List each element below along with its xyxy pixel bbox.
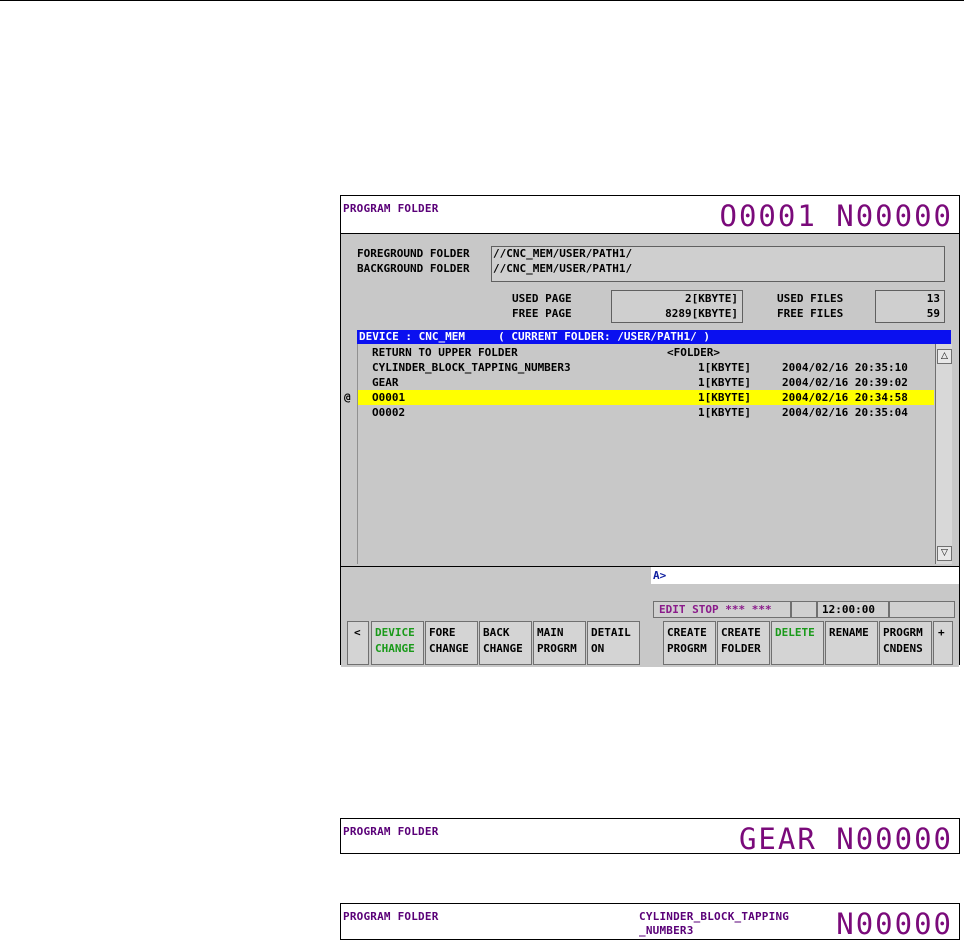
softkey-rename[interactable]: RENAME [825, 621, 878, 665]
top-rule [0, 0, 964, 1]
left-arrow-icon: < [354, 626, 361, 639]
file-date: 2004/02/16 20:34:58 [782, 391, 908, 404]
input-prompt: A> [653, 569, 667, 582]
program-name-line1: CYLINDER_BLOCK_TAPPING [639, 910, 790, 923]
softkey-label: DEVICE [375, 626, 415, 639]
softkey-label: PROGRM [537, 642, 577, 655]
softkey-label: ON [591, 642, 605, 655]
status-mode-text: EDIT STOP *** *** [659, 603, 772, 616]
file-name: O0001 [372, 391, 406, 404]
background-folder-label: BACKGROUND FOLDER [357, 262, 470, 275]
softkey-label: FORE [429, 626, 456, 639]
file-name: RETURN TO UPPER FOLDER [372, 346, 518, 359]
softkey-label: CHANGE [375, 642, 415, 655]
softkey-label: PROGRM [883, 626, 923, 639]
softkey-label: DETAIL [591, 626, 631, 639]
file-date: 2004/02/16 20:35:10 [782, 361, 908, 374]
file-size: 1[KBYTE] [698, 361, 751, 374]
softkey-label: CNDENS [883, 642, 923, 655]
file-date: 2004/02/16 20:39:02 [782, 376, 908, 389]
softkey-delete[interactable]: DELETE [771, 621, 824, 665]
free-files-label: FREE FILES [777, 307, 844, 320]
softkey-label: CHANGE [483, 642, 523, 655]
background-folder-path: //CNC_MEM/USER/PATH1/ [493, 262, 633, 275]
scrollbar[interactable]: △ ▽ [935, 344, 952, 564]
softkey-left-arrow[interactable]: < [347, 621, 369, 665]
softkey-label: BACK [483, 626, 510, 639]
softkey-fore-change[interactable]: FORE CHANGE [425, 621, 478, 665]
softkey-label: MAIN [537, 626, 564, 639]
page-value-box: 2[KBYTE] 8289[KBYTE] [611, 290, 743, 323]
softkey-label: FOLDER [721, 642, 761, 655]
scroll-down-icon[interactable]: ▽ [937, 546, 952, 561]
softkey-bar: < DEVICE CHANGE FORE CHANGE BACK CHANGE … [341, 621, 959, 667]
folder-path-box: //CNC_MEM/USER/PATH1/ //CNC_MEM/USER/PAT… [491, 246, 945, 282]
program-number: O0001 N00000 [719, 199, 953, 233]
file-name: GEAR [372, 376, 399, 389]
program-number: N00000 [836, 907, 953, 941]
softkey-device-change[interactable]: DEVICE CHANGE [371, 621, 424, 665]
screen-title: PROGRAM FOLDER [343, 202, 439, 215]
free-page-value: 8289[KBYTE] [665, 307, 738, 320]
softkey-back-change[interactable]: BACK CHANGE [479, 621, 532, 665]
folder-panel: FOREGROUND FOLDER BACKGROUND FOLDER //CN… [341, 234, 959, 566]
plus-icon: + [938, 626, 945, 639]
file-size: 1[KBYTE] [698, 391, 751, 404]
file-name: O0002 [372, 406, 406, 419]
screen-title: PROGRAM FOLDER [343, 910, 439, 923]
softkey-label: RENAME [829, 626, 869, 639]
softkey-label: CREATE [721, 626, 761, 639]
list-item-selected[interactable]: @ O0001 1[KBYTE] 2004/02/16 20:34:58 [344, 390, 934, 405]
title-strip-cylinder: PROGRAM FOLDER CYLINDER_BLOCK_TAPPING _N… [340, 903, 960, 941]
files-value-box: 13 59 [875, 290, 945, 323]
title-bar: PROGRAM FOLDER O0001 N00000 [341, 196, 959, 234]
title-strip-gear: PROGRAM FOLDER GEAR N00000 [340, 818, 960, 856]
used-files-value: 13 [926, 292, 940, 305]
file-list: RETURN TO UPPER FOLDER <FOLDER> CYLINDER… [344, 344, 936, 564]
softkey-create-progrm[interactable]: CREATE PROGRM [663, 621, 716, 665]
used-files-label: USED FILES [777, 292, 844, 305]
softkey-label: CHANGE [429, 642, 469, 655]
input-line[interactable]: A> [651, 567, 959, 584]
status-blank-1 [791, 601, 817, 618]
used-page-value: 2[KBYTE] [685, 292, 738, 305]
free-files-value: 59 [926, 307, 940, 320]
current-program-marker: @ [344, 391, 351, 404]
softkey-detail-on[interactable]: DETAIL ON [587, 621, 640, 665]
screen-title: PROGRAM FOLDER [343, 825, 439, 838]
list-item[interactable]: O0002 1[KBYTE] 2004/02/16 20:35:04 [358, 405, 934, 420]
softkey-main-progrm[interactable]: MAIN PROGRM [533, 621, 586, 665]
device-header-bar: DEVICE : CNC_MEM ( CURRENT FOLDER: /USER… [357, 330, 951, 344]
foreground-folder-label: FOREGROUND FOLDER [357, 247, 470, 260]
program-number: GEAR N00000 [738, 822, 953, 856]
program-folder-screen: PROGRAM FOLDER O0001 N00000 FOREGROUND F… [340, 195, 960, 667]
list-item[interactable]: CYLINDER_BLOCK_TAPPING_NUMBER3 1[KBYTE] … [358, 360, 934, 375]
status-blank-2 [889, 601, 955, 618]
file-date: 2004/02/16 20:35:04 [782, 406, 908, 419]
used-page-label: USED PAGE [512, 292, 572, 305]
file-size: <FOLDER> [667, 346, 720, 359]
status-time: 12:00:00 [817, 601, 889, 618]
list-item[interactable]: RETURN TO UPPER FOLDER <FOLDER> [358, 345, 934, 360]
softkey-progrm-cndens[interactable]: PROGRM CNDENS [879, 621, 932, 665]
file-name: CYLINDER_BLOCK_TAPPING_NUMBER3 [372, 361, 571, 374]
list-item[interactable]: GEAR 1[KBYTE] 2004/02/16 20:39:02 [358, 375, 934, 390]
softkey-label: CREATE [667, 626, 707, 639]
lower-panel: A> EDIT STOP *** *** 12:00:00 < DEVICE C… [341, 566, 959, 667]
softkey-create-folder[interactable]: CREATE FOLDER [717, 621, 770, 665]
status-time-text: 12:00:00 [822, 603, 875, 616]
foreground-folder-path: //CNC_MEM/USER/PATH1/ [493, 247, 633, 260]
softkey-label: DELETE [775, 626, 815, 639]
device-header: DEVICE : CNC_MEM ( CURRENT FOLDER: /USER… [359, 330, 710, 343]
file-size: 1[KBYTE] [698, 376, 751, 389]
file-size: 1[KBYTE] [698, 406, 751, 419]
free-page-label: FREE PAGE [512, 307, 572, 320]
program-name-line2: _NUMBER3 [639, 924, 694, 937]
softkey-label: PROGRM [667, 642, 707, 655]
scroll-up-icon[interactable]: △ [937, 349, 952, 364]
softkey-plus[interactable]: + [933, 621, 953, 665]
status-mode: EDIT STOP *** *** [653, 601, 791, 618]
